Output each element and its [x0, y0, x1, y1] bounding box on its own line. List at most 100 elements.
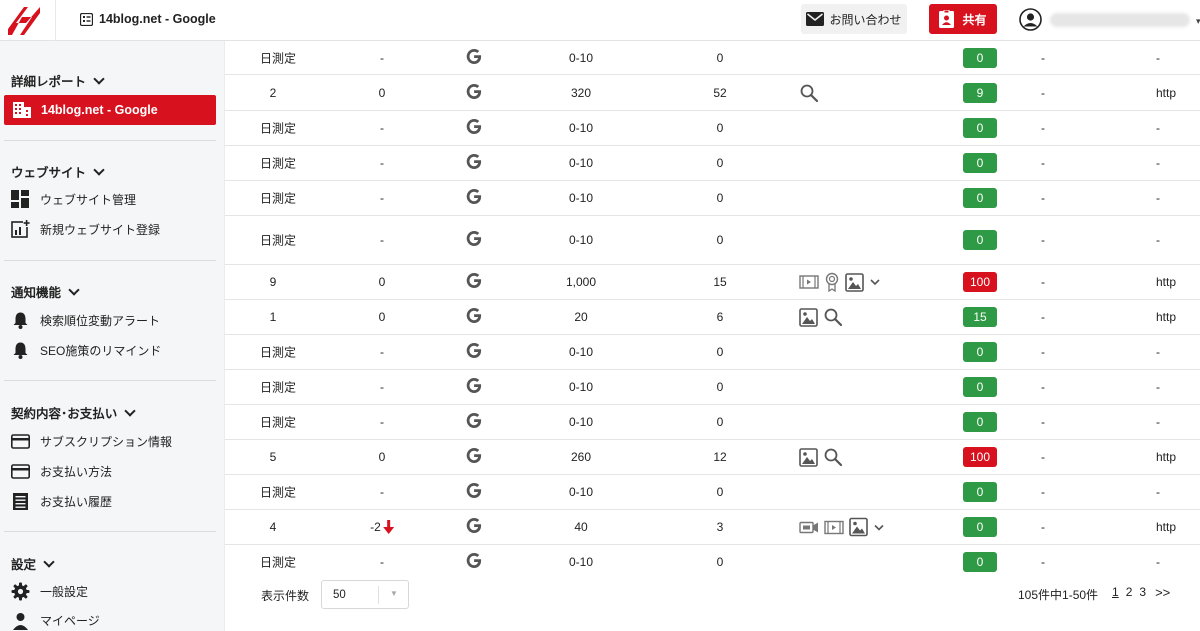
metric-cell: - — [1041, 121, 1045, 135]
rank-change-value: -2 — [370, 520, 381, 534]
next-page-link[interactable]: >> — [1155, 585, 1170, 600]
mypage-label: マイページ — [40, 614, 100, 628]
engine-cell — [466, 118, 483, 138]
section-notify[interactable]: 通知機能 — [11, 282, 80, 301]
url-cell[interactable]: http — [1156, 450, 1176, 464]
section-report[interactable]: 詳細レポート — [11, 71, 105, 90]
score-badge: 0 — [963, 377, 997, 397]
contact-button[interactable]: お問い合わせ — [801, 4, 907, 34]
score-badge: 9 — [963, 82, 997, 103]
rank-alert-label: 検索順位変動アラート — [40, 314, 161, 328]
table-row[interactable]: 1 0 20 6 15 - http — [225, 300, 1200, 335]
sidebar-item-website-manage[interactable]: ウェブサイト管理 — [11, 190, 136, 209]
engine-cell — [466, 230, 483, 250]
search-volume-cell: 0-10 — [568, 156, 594, 170]
table-row[interactable]: 4 -2 40 3 0 - http — [225, 510, 1200, 545]
engine-cell — [466, 83, 483, 103]
sidebar-divider — [4, 140, 216, 141]
award-icon — [824, 272, 840, 292]
rank-change-cell: - — [380, 345, 384, 359]
app-logo-icon[interactable] — [6, 3, 42, 39]
table-row[interactable]: 日測定 - 0-10 0 0 - - — [225, 335, 1200, 370]
rank-cell: 日測定 — [260, 233, 297, 248]
sidebar-item-payment-method[interactable]: お支払い方法 — [11, 462, 112, 481]
table-row[interactable]: 日測定 - 0-10 0 0 - - — [225, 146, 1200, 181]
rank-cell: 5 — [269, 450, 277, 464]
competitor-count-cell: 0 — [716, 50, 724, 65]
section-website[interactable]: ウェブサイト — [11, 162, 105, 181]
competitor-count-cell: 12 — [713, 450, 727, 464]
competitor-count-cell: 0 — [716, 156, 724, 170]
rank-cell: 日測定 — [260, 191, 297, 206]
chevron-down-icon[interactable] — [873, 522, 885, 532]
table-row[interactable]: 日測定 - 0-10 0 0 - - — [225, 41, 1200, 75]
rank-cell: 9 — [269, 275, 277, 289]
rank-change-cell: 0 — [379, 86, 386, 100]
per-page-select[interactable]: 50 ▼ — [321, 580, 409, 609]
rank-change-cell: - — [380, 415, 384, 429]
user-menu-caret-icon[interactable]: ▾ — [1196, 16, 1200, 27]
url-cell: - — [1156, 555, 1160, 569]
sidebar-item-mypage[interactable]: マイページ — [11, 611, 100, 630]
url-cell[interactable]: http — [1156, 310, 1176, 324]
rank-change-cell: - — [380, 191, 384, 205]
url-cell[interactable]: http — [1156, 86, 1176, 100]
google-icon — [466, 153, 483, 170]
engine-cell — [466, 153, 483, 173]
section-contract[interactable]: 契約内容･お支払い — [11, 403, 136, 422]
competitor-count-cell: 3 — [716, 520, 724, 534]
share-button[interactable]: 共有 — [929, 4, 997, 34]
table-row[interactable]: 日測定 - 0-10 0 0 - - — [225, 181, 1200, 216]
sidebar-item-seo-remind[interactable]: SEO施策のリマインド — [11, 341, 161, 360]
table-row[interactable]: 9 0 1,000 15 100 - http — [225, 265, 1200, 300]
search-volume-cell: 0-10 — [568, 555, 594, 569]
url-cell: - — [1156, 380, 1160, 394]
page-link-2[interactable]: 2 — [1126, 585, 1133, 600]
url-cell[interactable]: http — [1156, 520, 1176, 534]
search-volume-cell: 320 — [570, 85, 592, 100]
sidebar-item-active-report[interactable]: 14blog.net - Google — [4, 95, 216, 125]
metric-cell: - — [1041, 485, 1045, 499]
bell-icon — [13, 342, 28, 359]
search-volume-cell: 40 — [574, 520, 588, 534]
sidebar-item-payment-history[interactable]: お支払い履歴 — [11, 492, 112, 511]
search-volume-cell: 1,000 — [565, 275, 597, 289]
site-title: 14blog.net - Google — [80, 12, 216, 26]
rank-change-cell: 0 — [379, 310, 386, 324]
url-cell: - — [1156, 50, 1160, 65]
table-row[interactable]: 日測定 - 0-10 0 0 - - — [225, 475, 1200, 510]
page-link-3[interactable]: 3 — [1139, 585, 1146, 600]
url-cell[interactable]: http — [1156, 275, 1176, 289]
chevron-down-icon[interactable] — [869, 277, 881, 287]
score-badge: 0 — [963, 482, 997, 502]
metric-cell: - — [1041, 275, 1045, 289]
header-divider — [55, 0, 56, 41]
sidebar: 詳細レポート 14blog.net - Google ウェブサイト ウェブサイト… — [0, 41, 225, 631]
metric-cell: - — [1041, 555, 1045, 569]
table-row[interactable]: 日測定 - 0-10 0 0 - - — [225, 370, 1200, 405]
table-row[interactable]: 2 0 320 52 9 - http — [225, 75, 1200, 111]
sidebar-item-subscription[interactable]: サブスクリプション情報 — [11, 432, 172, 451]
rank-change-value: - — [380, 415, 384, 429]
table-row[interactable]: 日測定 - 0-10 0 0 - - — [225, 545, 1200, 573]
page-link-1[interactable]: 1 — [1112, 585, 1119, 600]
table-row[interactable]: 日測定 - 0-10 0 0 - - — [225, 405, 1200, 440]
section-settings[interactable]: 設定 — [11, 554, 55, 573]
search-icon — [823, 447, 843, 467]
table-row[interactable]: 日測定 - 0-10 0 0 - - — [225, 111, 1200, 146]
url-cell: - — [1156, 233, 1160, 247]
table-row[interactable]: 5 0 260 12 100 - http — [225, 440, 1200, 475]
active-item-label: 14blog.net - Google — [41, 103, 158, 117]
score-badge: 0 — [963, 517, 997, 537]
engine-cell — [466, 272, 483, 292]
website-register-label: 新規ウェブサイト登録 — [40, 223, 161, 237]
chevron-down-icon — [124, 404, 136, 417]
sidebar-item-website-register[interactable]: 新規ウェブサイト登録 — [11, 220, 160, 239]
sidebar-item-rank-alert[interactable]: 検索順位変動アラート — [11, 311, 160, 330]
google-icon — [466, 377, 483, 394]
rank-change-cell: - — [380, 156, 384, 170]
table-row[interactable]: 日測定 - 0-10 0 0 - - — [225, 216, 1200, 265]
per-page-value: 50 — [333, 589, 346, 601]
sidebar-item-general-settings[interactable]: 一般設定 — [11, 582, 88, 601]
user-menu[interactable] — [1019, 8, 1190, 31]
